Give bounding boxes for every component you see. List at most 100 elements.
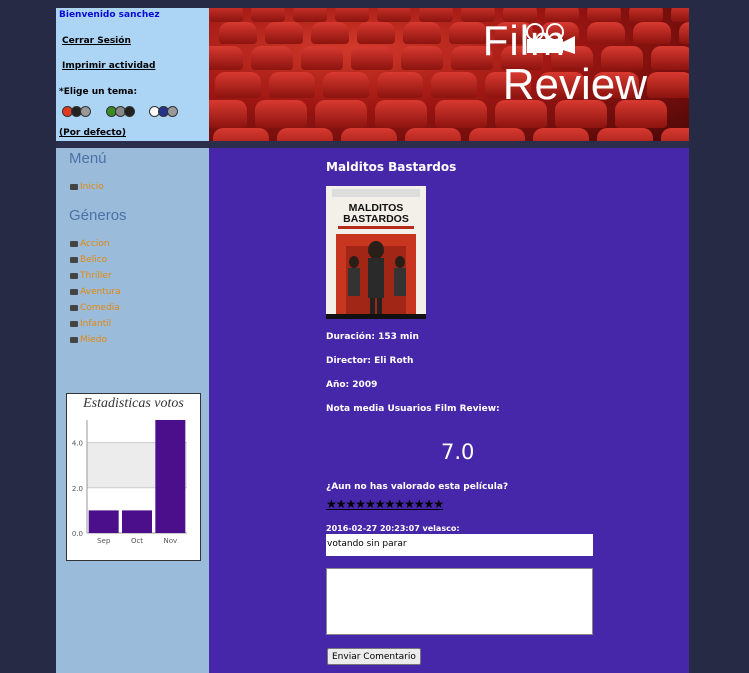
seat-shape — [403, 22, 441, 44]
default-theme-link[interactable]: (Por defecto) — [59, 128, 126, 138]
sidebar-item-label: Aventura — [80, 287, 121, 297]
seat-shape — [209, 100, 247, 128]
theme-blue-button[interactable] — [149, 105, 178, 119]
rate-question: ¿Aun no has valorado esta película? — [326, 482, 509, 492]
poster-title-line-2: BASTARDOS — [343, 213, 409, 225]
seat-shape — [679, 22, 689, 44]
seat-shape — [341, 128, 397, 141]
seat-shape — [449, 22, 487, 44]
sidebar-item-miedo[interactable]: Miedo — [70, 335, 107, 345]
logo-line-2: Review — [502, 60, 647, 109]
sidebar-item-thriller[interactable]: Thriller — [70, 271, 112, 281]
sidebar-item-comedia[interactable]: Comedia — [70, 303, 120, 313]
sidebar-item-inicio[interactable]: Inicio — [70, 182, 104, 192]
seat-shape — [533, 128, 589, 141]
seat-shape — [255, 100, 307, 128]
year-text: Año: 2009 — [326, 380, 378, 390]
seat-shape — [431, 72, 477, 98]
logout-link[interactable]: Cerrar Sesión — [62, 36, 131, 46]
seat-shape — [351, 46, 393, 70]
top-strip — [56, 0, 689, 8]
votes-bar-chart: 0.0 2.0 4.0 Sep Oct Nov — [72, 420, 187, 545]
comment-text: votando sin parar — [326, 534, 593, 556]
seat-shape — [671, 8, 689, 22]
seat-shape — [435, 100, 487, 128]
user-panel: Bienvenido sanchez Cerrar Sesión Imprimi… — [56, 8, 209, 141]
theme-swatch-icon — [80, 106, 91, 117]
seat-shape — [265, 22, 303, 44]
seat-shape — [377, 8, 411, 22]
theme-label: *Elige un tema: — [59, 87, 138, 97]
average-rating: 7.0 — [441, 440, 475, 464]
seat-shape — [293, 8, 327, 22]
seat-shape — [213, 128, 269, 141]
sidebar-item-label: Infantil — [80, 319, 112, 329]
seat-shape — [405, 128, 461, 141]
stats-chart-box: Estadisticas votos 0.0 2.0 4.0 Sep Oct Nov — [66, 393, 201, 561]
movie-poster: MALDITOS BASTARDOS — [326, 186, 426, 319]
y-tick-label: 2.0 — [72, 485, 83, 493]
seat-shape — [219, 22, 257, 44]
x-tick-label: Nov — [163, 537, 177, 545]
chart-bar — [122, 510, 152, 533]
y-tick-label: 0.0 — [72, 530, 83, 538]
seat-shape — [315, 100, 367, 128]
sidebar-item-label: Comedia — [80, 303, 120, 313]
sidebar-item-aventura[interactable]: Aventura — [70, 287, 121, 297]
theme-swatch-icon — [167, 106, 178, 117]
seat-shape — [335, 8, 369, 22]
header-banner: Film Review — [209, 8, 689, 141]
seat-shape — [251, 46, 293, 70]
seat-shape — [209, 8, 243, 22]
rating-label: Nota media Usuarios Film Review: — [326, 404, 500, 414]
bullet-icon — [70, 337, 78, 343]
y-tick-label: 4.0 — [72, 440, 83, 448]
seat-shape — [597, 128, 653, 141]
seat-shape — [401, 46, 443, 70]
comment-input[interactable] — [326, 568, 593, 635]
seat-shape — [251, 8, 285, 22]
chart-bar — [155, 420, 186, 533]
theme-green-button[interactable] — [106, 105, 135, 119]
sidebar-item-label: Inicio — [80, 182, 104, 192]
welcome-text: Bienvenido sanchez — [59, 10, 160, 20]
comment-meta: 2016-02-27 20:23:07 velasco: — [326, 524, 460, 533]
movie-title: Malditos Bastardos — [326, 160, 457, 174]
seat-shape — [301, 46, 343, 70]
duration-text: Duración: 153 min — [326, 332, 419, 342]
chart-title: Estadisticas votos — [83, 396, 184, 411]
bullet-icon — [70, 289, 78, 295]
seat-shape — [269, 72, 315, 98]
film-review-logo: Film Review — [483, 20, 647, 108]
sidebar-item-accion[interactable]: Accion — [70, 239, 110, 249]
seat-shape — [277, 128, 333, 141]
genres-title: Géneros — [69, 207, 127, 224]
theme-red-button[interactable] — [62, 105, 91, 119]
header-divider — [56, 141, 689, 148]
seat-shape — [323, 72, 369, 98]
sidebar-item-label: Accion — [80, 239, 110, 249]
seat-shape — [375, 100, 427, 128]
bullet-icon — [70, 321, 78, 327]
director-text: Director: Eli Roth — [326, 356, 414, 366]
x-tick-label: Oct — [131, 537, 143, 545]
seat-shape — [209, 46, 243, 70]
chart-bar — [88, 510, 119, 533]
theme-swatch-icon — [124, 106, 135, 117]
bullet-icon — [70, 241, 78, 247]
seat-shape — [651, 46, 689, 70]
x-tick-label: Sep — [97, 537, 111, 545]
sidebar-item-label: Miedo — [80, 335, 108, 345]
bullet-icon — [70, 257, 78, 263]
sidebar-item-infantil[interactable]: Infantil — [70, 319, 111, 329]
seat-shape — [311, 22, 349, 44]
main-content: Malditos Bastardos MALDITOS BASTARDOS Du… — [209, 148, 689, 673]
menu-title: Menú — [69, 150, 107, 167]
send-comment-button[interactable]: Enviar Comentario — [327, 648, 421, 665]
print-activity-link[interactable]: Imprimir actividad — [62, 61, 155, 71]
bullet-icon — [70, 273, 78, 279]
bullet-icon — [70, 305, 78, 311]
sidebar-item-label: Belico — [80, 255, 108, 265]
sidebar-item-belico[interactable]: Belico — [70, 255, 107, 265]
star-rating-control[interactable]: ★★★★★★★★★★★★ — [326, 497, 444, 511]
